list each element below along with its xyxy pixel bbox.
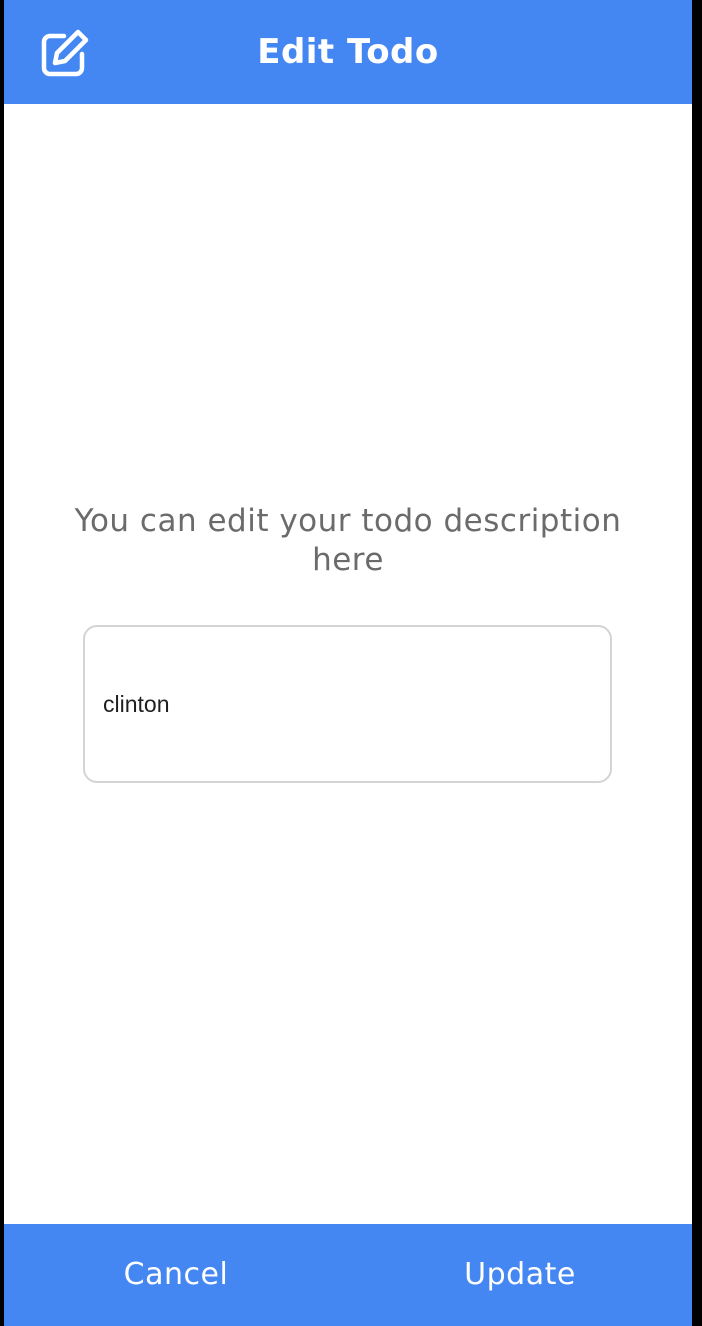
footer-actions: Cancel Update [4, 1224, 692, 1326]
todo-description-input[interactable] [83, 625, 612, 783]
app-header: Edit Todo [4, 0, 692, 104]
main-content: You can edit your todo description here [4, 104, 692, 1224]
page-title: Edit Todo [257, 32, 439, 72]
cancel-button[interactable]: Cancel [4, 1224, 348, 1326]
update-button[interactable]: Update [348, 1224, 692, 1326]
edit-icon[interactable] [38, 26, 92, 80]
edit-prompt-text: You can edit your todo description here [74, 503, 622, 578]
edit-todo-screen: Edit Todo You can edit your todo descrip… [4, 0, 692, 1326]
